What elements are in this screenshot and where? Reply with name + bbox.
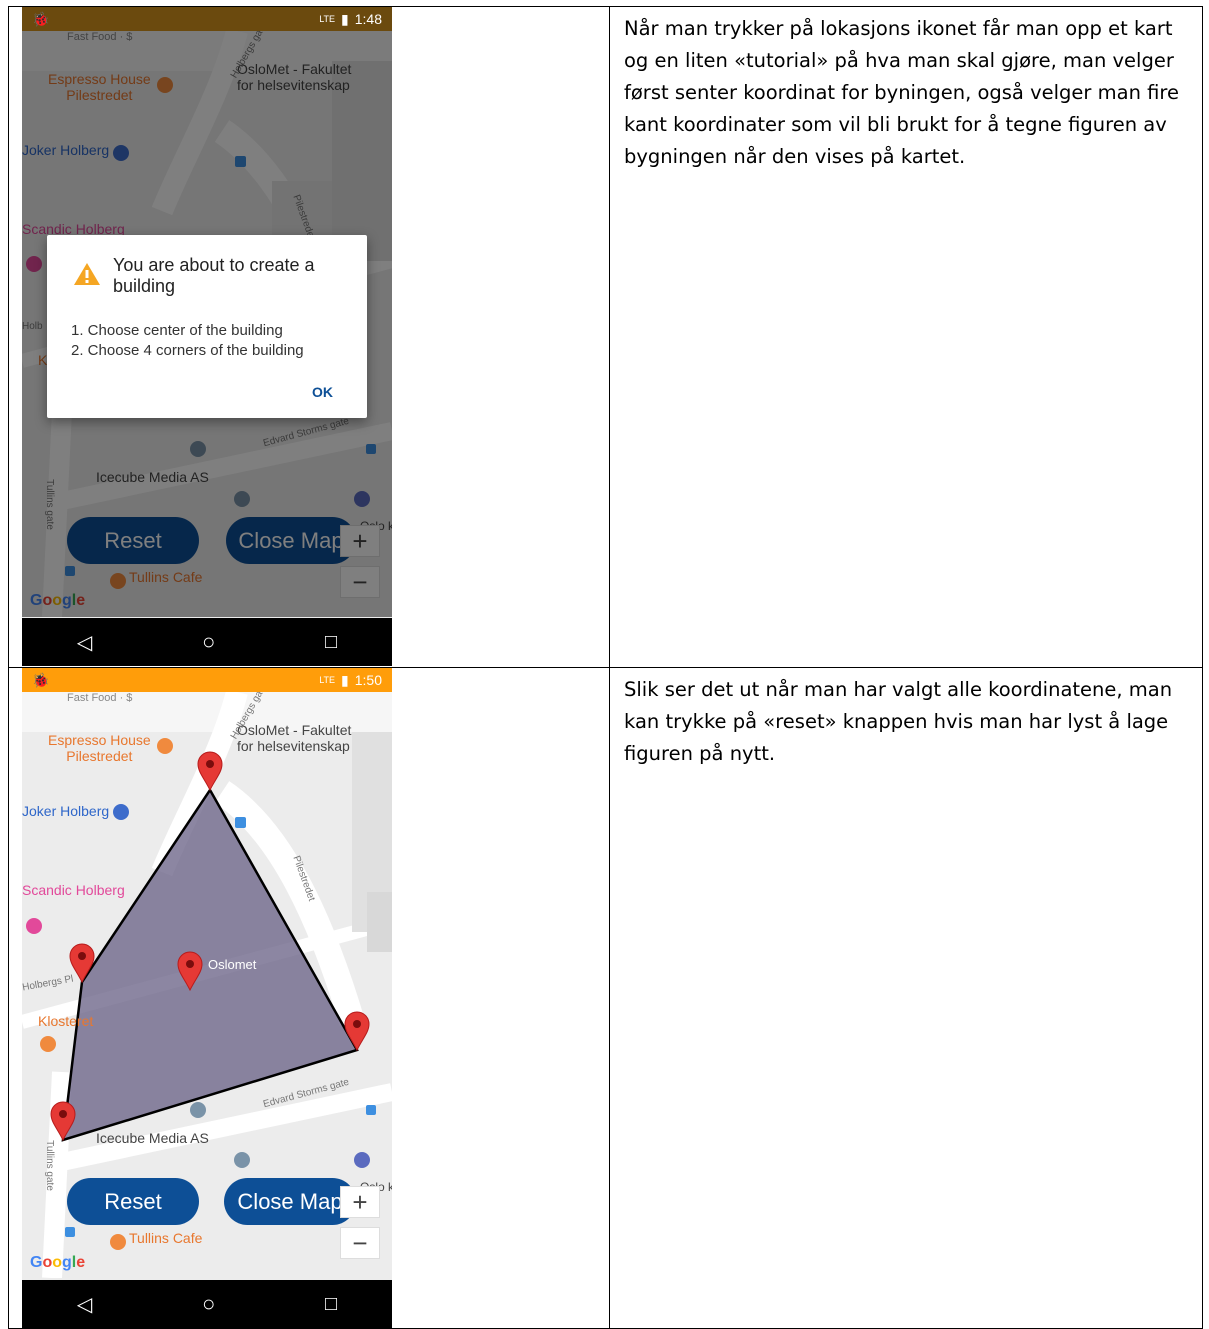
lte-signal-icon: LTE <box>319 14 336 24</box>
description-text-1: Når man trykker på lokasjons ikonet får … <box>624 17 1179 168</box>
reset-button[interactable]: Reset <box>67 1178 199 1225</box>
android-debug-icon: 🐞 <box>32 671 50 688</box>
back-icon[interactable]: ◁ <box>77 630 92 655</box>
screenshot-cell: Fast Food · $ Espresso House Pilestredet… <box>8 667 610 1329</box>
warning-icon <box>74 263 100 285</box>
table-row: Fast Food · $ Espresso House Pilestredet… <box>8 6 1203 668</box>
back-icon[interactable]: ◁ <box>77 1292 92 1317</box>
battery-icon: ▮ <box>341 671 349 688</box>
document-table: Fast Food · $ Espresso House Pilestredet… <box>8 6 1203 1329</box>
dialog-ok-button[interactable]: OK <box>312 384 333 400</box>
zoom-out-button[interactable]: − <box>340 1227 380 1259</box>
recents-icon[interactable]: □ <box>325 1293 337 1316</box>
close-map-button[interactable]: Close Map <box>224 1178 356 1225</box>
map-label-scandic-holberg[interactable]: Scandic Holberg <box>22 882 125 898</box>
zoom-in-button[interactable]: + <box>340 1186 380 1218</box>
map-label-icecube-media[interactable]: Icecube Media AS <box>96 1130 209 1146</box>
dialog-step-2: 2. Choose 4 corners of the building <box>71 342 304 359</box>
map-label-oslomet-faculty[interactable]: OsloMet - Fakultet for helsevitenskap <box>237 722 351 754</box>
map-label-klosteret[interactable]: Klosteret <box>38 1013 93 1029</box>
lte-signal-icon: LTE <box>319 675 336 685</box>
clock-time: 1:50 <box>354 672 382 688</box>
screenshot-cell: Fast Food · $ Espresso House Pilestredet… <box>8 6 610 668</box>
google-logo: Google <box>30 1254 86 1271</box>
description-cell: Slik ser det ut når man har valgt alle k… <box>609 667 1203 1329</box>
dialog-step-1: 1. Choose center of the building <box>71 322 283 339</box>
battery-icon: ▮ <box>341 10 349 27</box>
phone-screenshot-1: Fast Food · $ Espresso House Pilestredet… <box>22 7 392 666</box>
dialog-title: You are about to create a building <box>113 255 315 296</box>
map-label-espresso-house[interactable]: Espresso House Pilestredet <box>48 732 151 764</box>
map-label-joker-holberg[interactable]: Joker Holberg <box>22 803 109 819</box>
recents-icon[interactable]: □ <box>325 631 337 654</box>
status-bar: 🐞 LTE ▮ 1:48 <box>22 7 392 31</box>
description-text-2: Slik ser det ut når man har valgt alle k… <box>624 678 1173 765</box>
status-bar: 🐞 LTE ▮ 1:50 <box>22 668 392 692</box>
map-label-tullins-cafe[interactable]: Tullins Cafe <box>129 1230 202 1246</box>
navigation-bar: ◁ ○ □ <box>22 618 392 666</box>
street-label-tullins-gate: Tullins gate <box>43 1140 55 1191</box>
phone-screenshot-2: Fast Food · $ Espresso House Pilestredet… <box>22 668 392 1328</box>
android-debug-icon: 🐞 <box>32 10 50 27</box>
home-icon[interactable]: ○ <box>202 629 215 655</box>
description-cell: Når man trykker på lokasjons ikonet får … <box>609 6 1203 668</box>
map-label-fast-food: Fast Food · $ <box>67 692 133 704</box>
home-icon[interactable]: ○ <box>202 1291 215 1317</box>
map-label-oslomet[interactable]: Oslomet <box>208 957 256 972</box>
clock-time: 1:48 <box>354 11 382 27</box>
table-row: Fast Food · $ Espresso House Pilestredet… <box>8 667 1203 1329</box>
dialog-message: 1. Choose center of the building 2. Choo… <box>71 321 304 361</box>
tutorial-dialog: You are about to create a building 1. Ch… <box>47 235 367 418</box>
navigation-bar: ◁ ○ □ <box>22 1280 392 1328</box>
